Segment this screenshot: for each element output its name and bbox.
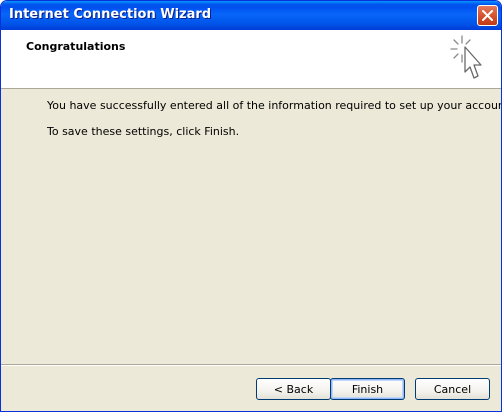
wizard-cursor-sparkle-icon [450,35,482,79]
window-title: Internet Connection Wizard [9,7,212,22]
instruction-message: To save these settings, click Finish. [47,125,240,138]
footer-divider-highlight [1,365,501,366]
cancel-button[interactable]: Cancel [415,378,490,400]
back-button[interactable]: < Back [256,378,331,400]
wizard-header: Congratulations [1,30,501,89]
close-icon [482,10,493,21]
success-message: You have successfully entered all of the… [47,99,502,112]
finish-button[interactable]: Finish [330,378,405,400]
page-title: Congratulations [26,40,126,53]
wizard-window: Internet Connection Wizard Congratulatio… [0,0,502,412]
title-bar[interactable]: Internet Connection Wizard [1,1,501,30]
close-button[interactable] [477,5,498,26]
